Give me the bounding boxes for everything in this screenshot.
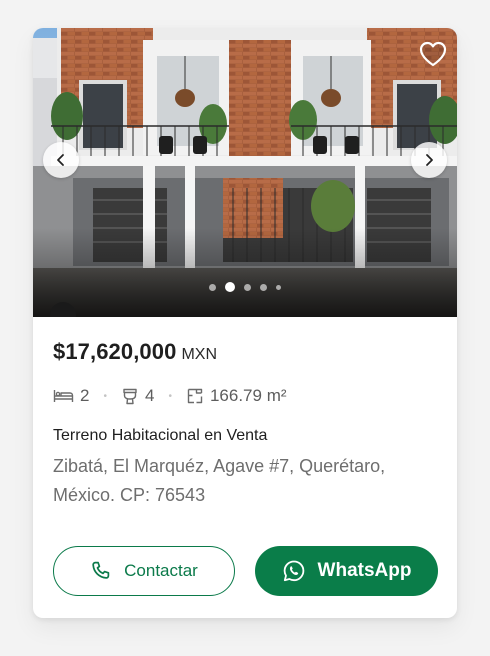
area-value: 166.79 m² bbox=[209, 386, 287, 405]
carousel-dot[interactable] bbox=[260, 283, 267, 291]
property-card[interactable]: $17,620,000 MXN 2 • 4 • 166.79 m² Terren… bbox=[33, 28, 457, 618]
price-row: $17,620,000 MXN bbox=[53, 339, 217, 365]
whatsapp-button[interactable]: WhatsApp bbox=[255, 546, 438, 596]
carousel-dot-active[interactable] bbox=[225, 282, 235, 292]
bathrooms-count: 4 bbox=[144, 386, 155, 405]
bathrooms-feature: 4 bbox=[121, 386, 154, 406]
carousel-dot[interactable] bbox=[276, 284, 281, 290]
whatsapp-button-label: WhatsApp bbox=[317, 560, 412, 581]
favorite-button[interactable] bbox=[418, 40, 448, 68]
property-address: Zibatá, El Marquéz, Agave #7, Querétaro,… bbox=[53, 456, 386, 505]
carousel-dot[interactable] bbox=[209, 283, 216, 291]
listing-price: $17,620,000 bbox=[53, 339, 177, 364]
contact-button[interactable]: Contactar bbox=[53, 546, 235, 596]
bed-icon bbox=[53, 390, 74, 402]
floor-plan-icon bbox=[187, 388, 203, 404]
property-features: 2 • 4 • 166.79 m² bbox=[53, 385, 287, 407]
carousel-dot[interactable] bbox=[244, 283, 251, 291]
carousel-indicator bbox=[33, 281, 457, 293]
property-type: Terreno Habitacional en Venta bbox=[53, 427, 268, 444]
chevron-right-icon bbox=[426, 154, 433, 166]
property-photo bbox=[33, 28, 457, 317]
whatsapp-icon bbox=[283, 560, 304, 582]
bedrooms-count: 2 bbox=[80, 386, 90, 405]
phone-icon bbox=[92, 561, 110, 579]
feature-separator: • bbox=[168, 390, 172, 402]
property-photo-carousel[interactable] bbox=[33, 28, 457, 317]
heart-icon bbox=[419, 41, 447, 67]
area-feature: 166.79 m² bbox=[186, 386, 287, 406]
previous-photo-button[interactable] bbox=[43, 142, 79, 178]
chevron-left-icon bbox=[57, 154, 64, 166]
bedrooms-feature: 2 bbox=[53, 386, 89, 406]
next-photo-button[interactable] bbox=[411, 142, 447, 178]
contact-button-label: Contactar bbox=[124, 561, 198, 580]
feature-separator: • bbox=[103, 390, 107, 402]
toilet-icon bbox=[123, 388, 137, 405]
listing-currency: MXN bbox=[181, 346, 218, 363]
